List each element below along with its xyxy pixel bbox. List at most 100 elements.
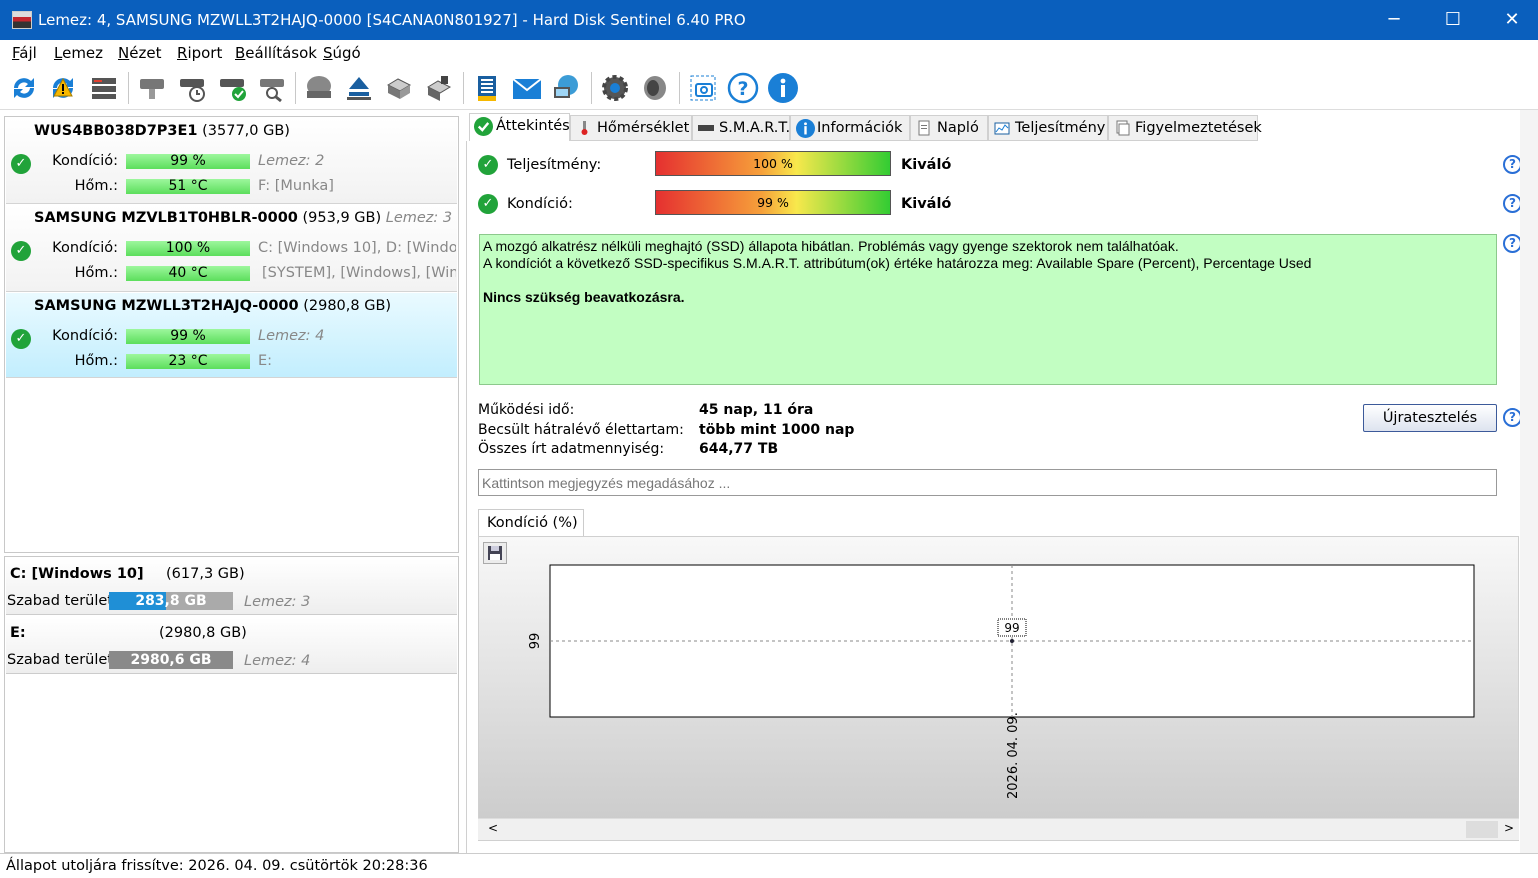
thermometer-icon <box>581 121 588 135</box>
tab-information[interactable]: Információk <box>790 115 910 141</box>
retest-button[interactable]: Újratesztelés <box>1363 404 1497 432</box>
free-space-value: 2980,6 GB <box>130 652 212 668</box>
sound-icon[interactable] <box>638 71 672 105</box>
tab-log[interactable]: Napló <box>910 115 988 141</box>
temperature-bar: 40 °C <box>126 266 250 281</box>
scrollbar-thumb[interactable] <box>1466 821 1498 838</box>
info-icon <box>796 119 815 138</box>
data-label: 99 <box>1004 621 1019 635</box>
menu-help[interactable]: Súgó <box>323 44 361 62</box>
disk-partitions: F: [Munka] <box>258 178 334 194</box>
disk-list-icon[interactable] <box>87 71 121 105</box>
svg-text:?: ? <box>737 78 748 100</box>
free-space-bar: 2980,6 GB <box>109 651 233 669</box>
report-icon[interactable] <box>470 71 504 105</box>
scroll-right-arrow[interactable]: > <box>1504 821 1514 835</box>
performance-bar: 100 % <box>655 151 891 176</box>
menu-report[interactable]: Riport <box>177 44 222 62</box>
tab-label: Hőmérséklet <box>597 120 690 136</box>
volume-card[interactable]: C: [Windows 10] (617,3 GB) Szabad terüle… <box>6 559 457 615</box>
ok-check-icon: ✓ <box>478 155 498 175</box>
temperature-label: Hőm.: <box>74 178 118 194</box>
uptime-label: Működési idő: <box>478 402 575 418</box>
maximize-button[interactable]: ☐ <box>1438 8 1468 32</box>
close-button[interactable]: ✕ <box>1497 8 1527 32</box>
disk-partitions: E: <box>258 353 273 369</box>
status-message-action: Nincs szükség beavatkozásra. <box>483 289 685 305</box>
condition-bar: 99 % <box>126 329 250 344</box>
tab-smart[interactable]: S.M.A.R.T. <box>692 115 790 141</box>
toolbar: ? <box>0 66 1538 110</box>
tab-label: Teljesítmény <box>1015 120 1106 136</box>
performance-chart-icon <box>994 122 1010 135</box>
refresh-icon[interactable] <box>7 71 41 105</box>
refresh-warning-icon[interactable] <box>46 71 80 105</box>
email-icon[interactable] <box>510 71 544 105</box>
tab-performance[interactable]: Teljesítmény <box>988 115 1108 141</box>
disk-partitions: C: [Windows 10], D: [Windows <box>258 240 456 256</box>
menu-view[interactable]: Nézet <box>118 44 161 62</box>
condition-label: Kondíció: <box>52 328 118 344</box>
tab-alerts[interactable]: Figyelmeztetések <box>1108 115 1262 141</box>
condition-chart: 2026. 04. 09. 99 99 <box>478 536 1519 841</box>
scroll-left-arrow[interactable]: < <box>488 821 498 835</box>
menu-bar: Fájl Lemez Nézet Riport Beállítások Súgó <box>0 40 1538 66</box>
window-title: Lemez: 4, SAMSUNG MZWLL3T2HAJQ-0000 [S4C… <box>38 11 746 29</box>
performance-rating: Kiváló <box>901 157 952 173</box>
disk-card[interactable]: SAMSUNG MZVLB1T0HBLR-0000 (953,9 GB) Lem… <box>6 205 457 292</box>
free-space-bar: 283,8 GB <box>109 592 233 610</box>
app-icon <box>12 11 32 29</box>
vertical-scrollbar[interactable] <box>1520 110 1538 853</box>
data-point <box>1010 639 1014 643</box>
disk-timer-icon[interactable] <box>175 71 209 105</box>
disk-list: WUS4BB038D7P3E1 (3577,0 GB) ✓ Kondíció: … <box>4 116 459 553</box>
horizontal-scrollbar[interactable]: < > <box>478 818 1519 840</box>
written-value: 644,77 TB <box>699 441 779 457</box>
drive-icon <box>698 125 714 131</box>
disk-size: (2980,8 GB) <box>303 298 392 314</box>
condition-label: Kondíció: <box>52 153 118 169</box>
lifetime-label: Becsült hátralévő élettartam: <box>478 422 684 438</box>
disk-partitions-more: [SYSTEM], [Windows], [Wind <box>262 265 456 281</box>
disk-search-icon[interactable] <box>255 71 289 105</box>
menu-file[interactable]: Fájl <box>12 44 37 62</box>
minimize-button[interactable]: ─ <box>1379 8 1409 32</box>
drive-icon[interactable] <box>382 71 416 105</box>
free-space-label: Szabad terület <box>7 593 113 609</box>
help-icon[interactable]: ? <box>726 71 760 105</box>
volume-disk: Lemez: 4 <box>244 653 311 669</box>
volume-name: E: <box>10 625 26 641</box>
menu-settings[interactable]: Beállítások <box>235 44 317 62</box>
x-tick-label: 2026. 04. 09. <box>1006 712 1021 799</box>
info-icon[interactable] <box>766 71 800 105</box>
drive-usb-icon[interactable] <box>422 71 456 105</box>
chart-tab-condition[interactable]: Kondíció (%) <box>478 509 584 537</box>
disk-ok-icon[interactable] <box>215 71 249 105</box>
temperature-bar: 23 °C <box>126 354 250 369</box>
ok-check-icon: ✓ <box>478 194 498 214</box>
screenshot-icon[interactable] <box>686 71 720 105</box>
condition-bar: 99 % <box>655 190 891 215</box>
tab-label: Napló <box>937 120 979 136</box>
tab-temperature[interactable]: Hőmérséklet <box>570 115 692 141</box>
network-icon[interactable] <box>550 71 584 105</box>
status-message-box: A mozgó alkatrész nélküli meghajtó (SSD)… <box>479 234 1497 385</box>
disk-size: (953,9 GB) <box>302 210 382 226</box>
volume-card[interactable]: E: (2980,8 GB) Szabad terület 2980,6 GB … <box>6 618 457 674</box>
lifetime-value: több mint 1000 nap <box>699 422 855 438</box>
menu-disk[interactable]: Lemez <box>54 44 103 62</box>
status-bar: Állapot utoljára frissítve: 2026. 04. 09… <box>0 853 1538 878</box>
condition-label: Kondíció: <box>52 240 118 256</box>
volume-size: (2980,8 GB) <box>159 625 247 641</box>
tab-label: Információk <box>817 120 903 136</box>
note-input[interactable]: Kattintson megjegyzés megadásához ... <box>478 469 1497 496</box>
disk-grey-icon[interactable] <box>302 71 336 105</box>
disk-card-selected[interactable]: SAMSUNG MZWLL3T2HAJQ-0000 (2980,8 GB) ✓ … <box>6 293 457 378</box>
eject-icon[interactable] <box>342 71 376 105</box>
disk-card[interactable]: WUS4BB038D7P3E1 (3577,0 GB) ✓ Kondíció: … <box>6 118 457 204</box>
tab-bar: Áttekintés Hőmérséklet S.M.A.R.T. Inform… <box>466 113 1538 142</box>
tab-overview[interactable]: Áttekintés <box>469 113 570 142</box>
overview-panel: ✓ Teljesítmény: 100 % Kiváló ? ✓ Kondíci… <box>466 141 1532 853</box>
settings-icon[interactable] <box>598 71 632 105</box>
disk-offline-icon[interactable] <box>135 71 169 105</box>
